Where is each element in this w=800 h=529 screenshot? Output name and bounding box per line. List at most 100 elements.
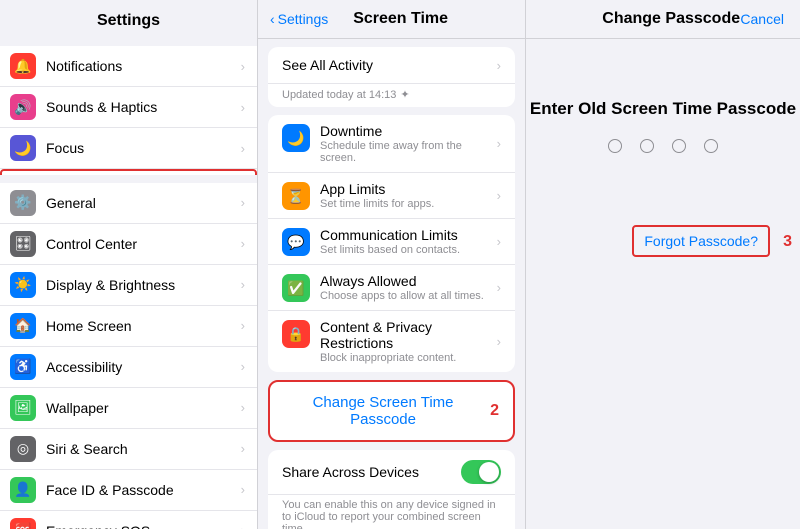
control-center-icon: 🎛 xyxy=(10,231,36,257)
see-all-section: See All Activity › Updated today at 14:1… xyxy=(268,47,515,107)
sidebar-item-emergency[interactable]: 🆘 Emergency SOS › xyxy=(0,511,257,529)
downtime-item[interactable]: 🌙 Downtime Schedule time away from the s… xyxy=(268,115,515,173)
always-allowed-item[interactable]: ✅ Always Allowed Choose apps to allow at… xyxy=(268,265,515,311)
downtime-label: Downtime xyxy=(320,123,497,139)
sounds-icon: 🔊 xyxy=(10,94,36,120)
settings-group-1: 🔔 Notifications › 🔊 Sounds & Haptics › 🌙… xyxy=(0,46,257,175)
see-all-chevron: › xyxy=(497,58,501,73)
passcode-title: Change Passcode xyxy=(602,10,740,28)
downtime-icon: 🌙 xyxy=(282,124,310,152)
app-limits-label: App Limits xyxy=(320,181,497,197)
accessibility-icon: ♿ xyxy=(10,354,36,380)
always-allowed-desc: Choose apps to allow at all times. xyxy=(320,290,497,302)
downtime-desc: Schedule time away from the screen. xyxy=(320,140,497,164)
faceid-icon: 👤 xyxy=(10,477,36,503)
passcode-dot-1 xyxy=(608,139,622,153)
siri-label: Siri & Search xyxy=(46,441,241,457)
sidebar-item-home-screen[interactable]: 🏠 Home Screen › xyxy=(0,306,257,347)
change-passcode-row[interactable]: Change Screen Time Passcode 2 xyxy=(268,380,515,442)
see-all-label: See All Activity xyxy=(282,57,373,73)
sidebar-item-notifications[interactable]: 🔔 Notifications › xyxy=(0,46,257,87)
sidebar-item-sounds[interactable]: 🔊 Sounds & Haptics › xyxy=(0,87,257,128)
faceid-label: Face ID & Passcode xyxy=(46,482,241,498)
notifications-label: Notifications xyxy=(46,58,241,74)
sidebar-item-faceid[interactable]: 👤 Face ID & Passcode › xyxy=(0,470,257,511)
share-label: Share Across Devices xyxy=(282,464,461,480)
sparkle-icon: ✦ xyxy=(400,88,409,101)
comm-limits-item[interactable]: 💬 Communication Limits Set limits based … xyxy=(268,219,515,265)
features-section: 🌙 Downtime Schedule time away from the s… xyxy=(268,115,515,372)
cancel-button[interactable]: Cancel xyxy=(740,11,784,27)
forgot-passcode-button[interactable]: Forgot Passcode? xyxy=(632,225,770,257)
control-center-label: Control Center xyxy=(46,236,241,252)
toggle-knob xyxy=(479,462,499,482)
passcode-header: Change Passcode Cancel xyxy=(526,0,800,39)
share-toggle[interactable] xyxy=(461,460,501,484)
passcode-body: Enter Old Screen Time Passcode Forgot Pa… xyxy=(526,39,800,251)
home-screen-icon: 🏠 xyxy=(10,313,36,339)
share-row[interactable]: Share Across Devices xyxy=(268,450,515,495)
settings-group-2: ⚙️ General › 🎛 Control Center › ☀️ Displ… xyxy=(0,183,257,529)
wallpaper-label: Wallpaper xyxy=(46,400,241,416)
content-privacy-icon: 🔒 xyxy=(282,320,310,348)
chevron-icon: › xyxy=(497,334,501,349)
siri-icon: ◎ xyxy=(10,436,36,462)
app-limits-desc: Set time limits for apps. xyxy=(320,198,497,210)
sounds-label: Sounds & Haptics xyxy=(46,99,241,115)
share-section: Share Across Devices You can enable this… xyxy=(268,450,515,529)
general-label: General xyxy=(46,195,241,211)
sidebar-item-siri[interactable]: ◎ Siri & Search › xyxy=(0,429,257,470)
chevron-icon: › xyxy=(241,277,245,292)
passcode-dot-3 xyxy=(672,139,686,153)
app-limits-icon: ⏳ xyxy=(282,182,310,210)
back-chevron-icon: ‹ xyxy=(270,11,275,27)
sidebar-item-wallpaper[interactable]: 🖼 Wallpaper › xyxy=(0,388,257,429)
sidebar-item-screen-time[interactable]: ⏱ Screen Time › 1 xyxy=(0,169,257,175)
app-limits-item[interactable]: ⏳ App Limits Set time limits for apps. › xyxy=(268,173,515,219)
see-all-row[interactable]: See All Activity › xyxy=(268,47,515,84)
chevron-icon: › xyxy=(241,141,245,156)
chevron-icon: › xyxy=(241,100,245,115)
display-label: Display & Brightness xyxy=(46,277,241,293)
change-passcode-panel: Change Passcode Cancel Enter Old Screen … xyxy=(526,0,800,529)
chevron-icon: › xyxy=(241,400,245,415)
settings-panel: Settings 🔔 Notifications › 🔊 Sounds & Ha… xyxy=(0,0,258,529)
screen-time-title: Screen Time xyxy=(288,10,513,28)
focus-label: Focus xyxy=(46,140,241,156)
comm-limits-label: Communication Limits xyxy=(320,227,497,243)
chevron-icon: › xyxy=(241,359,245,374)
passcode-dots xyxy=(608,139,718,153)
content-privacy-item[interactable]: 🔒 Content & Privacy Restrictions Block i… xyxy=(268,311,515,372)
passcode-prompt: Enter Old Screen Time Passcode xyxy=(530,99,796,119)
emergency-icon: 🆘 xyxy=(10,518,36,529)
sidebar-item-accessibility[interactable]: ♿ Accessibility › xyxy=(0,347,257,388)
chevron-icon: › xyxy=(241,59,245,74)
chevron-icon: › xyxy=(241,318,245,333)
chevron-icon: › xyxy=(497,188,501,203)
sidebar-item-display[interactable]: ☀️ Display & Brightness › xyxy=(0,265,257,306)
focus-icon: 🌙 xyxy=(10,135,36,161)
sidebar-item-general[interactable]: ⚙️ General › xyxy=(0,183,257,224)
comm-limits-icon: 💬 xyxy=(282,228,310,256)
content-privacy-desc: Block inappropriate content. xyxy=(320,352,497,364)
always-allowed-icon: ✅ xyxy=(282,274,310,302)
emergency-label: Emergency SOS xyxy=(46,523,241,529)
chevron-icon: › xyxy=(497,234,501,249)
chevron-icon: › xyxy=(241,523,245,529)
screen-time-header: ‹ Settings Screen Time xyxy=(258,0,525,39)
home-screen-label: Home Screen xyxy=(46,318,241,334)
sidebar-item-focus[interactable]: 🌙 Focus › xyxy=(0,128,257,169)
screen-time-body: See All Activity › Updated today at 14:1… xyxy=(258,39,525,529)
chevron-icon: › xyxy=(241,236,245,251)
content-privacy-label: Content & Privacy Restrictions xyxy=(320,319,497,351)
notifications-icon: 🔔 xyxy=(10,53,36,79)
always-allowed-label: Always Allowed xyxy=(320,273,497,289)
annotation-3: 3 xyxy=(783,233,792,251)
sidebar-item-control-center[interactable]: 🎛 Control Center › xyxy=(0,224,257,265)
annotation-2: 2 xyxy=(490,402,499,420)
chevron-icon: › xyxy=(241,482,245,497)
accessibility-label: Accessibility xyxy=(46,359,241,375)
comm-limits-desc: Set limits based on contacts. xyxy=(320,244,497,256)
chevron-icon: › xyxy=(497,280,501,295)
passcode-dot-2 xyxy=(640,139,654,153)
